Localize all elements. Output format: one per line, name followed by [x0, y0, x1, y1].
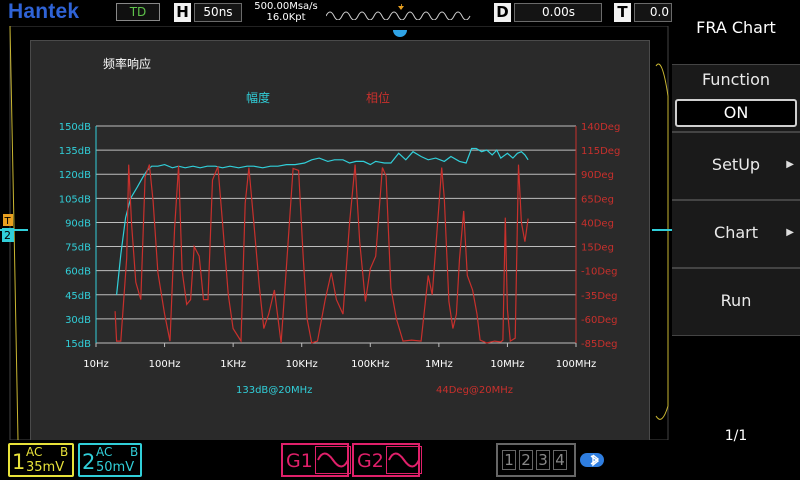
acquisition-info: 500.00Msa/s 16.0Kpt [248, 1, 324, 23]
g2-label: G2 [357, 450, 384, 472]
y-left-tick-label: 15dB [65, 339, 91, 350]
y-left-tick-label: 120dB [59, 170, 91, 181]
chart-menu-item[interactable]: Chart ▶ [672, 200, 800, 268]
horizontal-key[interactable]: H [174, 3, 191, 22]
phase-series-line [114, 164, 529, 344]
memory-depth: 16.0Kpt [266, 12, 306, 23]
chart-series [114, 147, 529, 344]
menu-page-indicator: 1/1 [724, 428, 748, 444]
sine-wave-icon [386, 446, 422, 474]
delay-key[interactable]: D [494, 3, 511, 22]
channel-button-4[interactable]: 4 [553, 450, 567, 470]
run-menu-item[interactable]: Run [672, 268, 800, 336]
ch2-bw: B [130, 445, 139, 459]
x-tick-label: 100MHz [556, 359, 596, 370]
run-label: Run [720, 291, 752, 310]
setup-menu-item[interactable]: SetUp ▶ [672, 132, 800, 200]
y-left-tick-label: 150dB [59, 122, 91, 133]
x-tick-label: 1MHz [425, 359, 453, 370]
y-right-tick-label: -10Deg [581, 267, 618, 278]
svg-text:T: T [4, 216, 12, 227]
x-tick-label: 100KHz [351, 359, 389, 370]
top-status-bar: Hantek TD H 50ns 500.00Msa/s 16.0Kpt T D… [0, 0, 672, 26]
y-right-tick-label: 140Deg [581, 122, 620, 133]
trigger-value[interactable]: 0.0 [634, 3, 672, 22]
waveform-position-track[interactable]: T [325, 0, 476, 21]
x-tick-label: 10KHz [286, 359, 318, 370]
ch1-number: 1 [12, 450, 26, 474]
y-left-tick-label: 105dB [59, 194, 91, 205]
y-axis-left: 150dB 135dB 120dB 105dB 90dB 75dB 60dB 45dB 30dB… [59, 122, 91, 350]
y-axis-right: 140Deg 115Deg 90Deg 65Deg 40Deg 15Deg -10Deg -3… [581, 122, 620, 350]
legend-amplitude: 幅度 [246, 90, 270, 105]
channel-button-2[interactable]: 2 [519, 450, 533, 470]
x-tick-label: 100Hz [149, 359, 181, 370]
trigger-position-marker: T [398, 4, 404, 9]
function-value[interactable]: ON [675, 99, 797, 127]
trigger-level-marker[interactable]: T 2 [1, 212, 15, 244]
y-right-tick-label: 65Deg [581, 194, 614, 205]
sample-rate: 500.00Msa/s [254, 1, 318, 12]
x-tick-label: 10MHz [490, 359, 524, 370]
function-menu-item[interactable]: Function ON [672, 64, 800, 132]
sine-wave-icon [315, 446, 351, 474]
ch1-bw: B [60, 445, 69, 459]
y-right-tick-label: 40Deg [581, 218, 614, 229]
chart-title: 频率响应 [103, 56, 151, 71]
ch2-coupling: AC [96, 445, 113, 459]
x-axis: 10Hz 100Hz 1KHz 10KHz 100KHz 1MHz 10MHz 100MHz [83, 343, 596, 370]
ch1-indicator[interactable]: 1 AC B 35mV [8, 443, 74, 477]
right-menu: FRA Chart Function ON SetUp ▶ Chart ▶ Ru… [672, 0, 800, 480]
y-right-tick-label: -35Deg [581, 291, 618, 302]
ch1-scale: 35mV [26, 460, 65, 475]
x-tick-label: 1KHz [220, 359, 246, 370]
channel-button-1[interactable]: 1 [502, 450, 516, 470]
ch1-coupling: AC [26, 445, 43, 459]
y-left-tick-label: 75dB [65, 243, 91, 254]
delay-value[interactable]: 0.00s [514, 3, 602, 22]
y-left-tick-label: 30dB [65, 315, 91, 326]
submenu-arrow-icon: ▶ [786, 227, 794, 238]
ch2-marker: 2 [4, 229, 11, 242]
generator-g2[interactable]: G2 [352, 443, 422, 477]
channel-select-group: 1 2 3 4 [496, 443, 576, 477]
generator-g1[interactable]: G1 [281, 443, 351, 477]
ch2-number: 2 [82, 450, 96, 474]
ch2-scale: 50mV [96, 460, 135, 475]
setup-label: SetUp [711, 155, 761, 174]
function-label: Function [701, 70, 771, 89]
y-right-tick-label: 90Deg [581, 170, 614, 181]
y-left-tick-label: 135dB [59, 146, 91, 157]
submenu-arrow-icon: ▶ [786, 159, 794, 170]
channel-button-3[interactable]: 3 [536, 450, 550, 470]
phase-readout: 44Deg@20MHz [436, 385, 513, 396]
bluetooth-icon[interactable] [580, 451, 606, 469]
menu-title: FRA Chart [696, 18, 776, 37]
y-left-tick-label: 90dB [65, 218, 91, 229]
y-left-tick-label: 60dB [65, 267, 91, 278]
g1-label: G1 [286, 450, 313, 472]
mode-badge[interactable]: TD [116, 3, 160, 21]
x-tick-label: 10Hz [83, 359, 109, 370]
y-right-tick-label: -85Deg [581, 339, 618, 350]
timebase-value[interactable]: 50ns [194, 3, 242, 22]
y-right-tick-label: 115Deg [581, 146, 620, 157]
chart-label: Chart [714, 223, 758, 242]
legend-phase: 相位 [366, 90, 390, 105]
fra-chart-panel: 频率响应 幅度 相位 150dB 135dB 120dB 105dB 90dB 75dB 6… [30, 40, 650, 447]
brand-logo: Hantek [8, 0, 80, 23]
amplitude-readout: 133dB@20MHz [236, 385, 312, 396]
scope-display: T 2 频率响应 幅度 相位 150dB 135dB 120dB 105dB 90dB 7… [0, 26, 672, 447]
y-left-tick-label: 45dB [65, 291, 91, 302]
y-right-tick-label: 15Deg [581, 243, 614, 254]
trigger-key[interactable]: T [614, 3, 631, 22]
y-right-tick-label: -60Deg [581, 315, 618, 326]
bottom-status-bar: 1 AC B 35mV 2 AC B 50mV G1 G2 1 2 3 4 [0, 440, 672, 480]
fra-chart: 频率响应 幅度 相位 150dB 135dB 120dB 105dB 90dB 75dB 6… [59, 56, 621, 396]
ch2-indicator[interactable]: 2 AC B 50mV [78, 443, 142, 477]
